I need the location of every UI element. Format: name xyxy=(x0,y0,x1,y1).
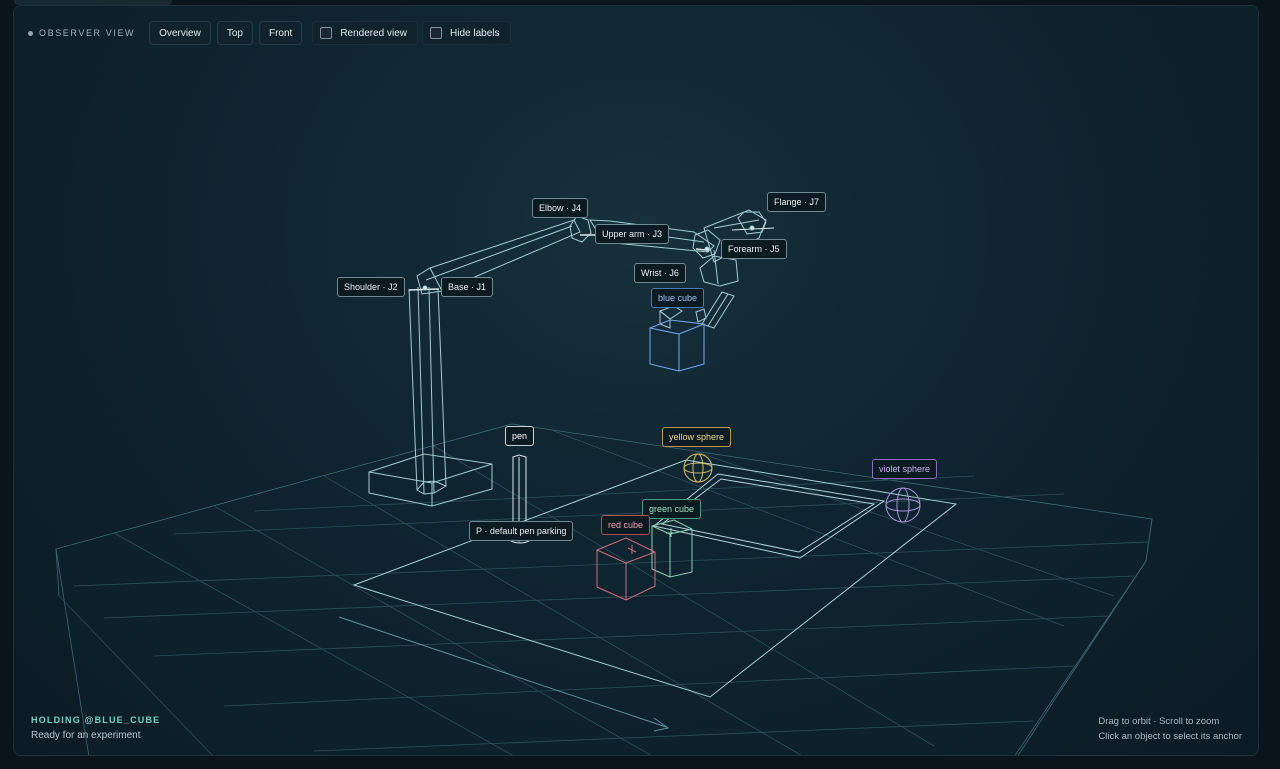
hint-select-anchor: Click an object to select its anchor xyxy=(1098,731,1242,742)
status-panel: HOLDING @BLUE_CUBE Ready for an experime… xyxy=(31,715,160,741)
robot-wrist xyxy=(695,209,775,329)
label-blue-cube[interactable]: blue cube xyxy=(651,288,705,308)
label-violet-sphere[interactable]: violet sphere xyxy=(872,459,938,479)
holding-status: HOLDING @BLUE_CUBE xyxy=(31,715,161,725)
blue-cube xyxy=(649,319,705,372)
robot-upper-arm xyxy=(408,215,592,295)
label-pen[interactable]: pen xyxy=(505,426,535,446)
robot-gripper xyxy=(658,305,707,329)
label-pen-parking[interactable]: P · default pen parking xyxy=(469,521,574,541)
label-green-cube[interactable]: green cube xyxy=(642,499,702,519)
hint-orbit-zoom: Drag to orbit · Scroll to zoom xyxy=(1098,716,1220,727)
label-wrist-j6[interactable]: Wrist · J6 xyxy=(634,263,686,283)
observer-viewport[interactable]: OBSERVER VIEW Overview Top Front Rendere… xyxy=(13,5,1259,756)
label-base-j1[interactable]: Base · J1 xyxy=(441,277,494,297)
view-front-button[interactable]: Front xyxy=(258,21,303,45)
label-red-cube[interactable]: red cube xyxy=(601,515,651,535)
view-overview-button[interactable]: Overview xyxy=(149,21,211,45)
label-upper-arm-j3[interactable]: Upper arm · J3 xyxy=(595,224,670,244)
scene-canvas[interactable] xyxy=(14,6,1259,756)
observer-view-title: OBSERVER VIEW xyxy=(28,28,135,38)
controls-hint: Drag to orbit · Scroll to zoom Click an … xyxy=(1098,714,1242,744)
label-forearm-j5[interactable]: Forearm · J5 xyxy=(721,239,787,259)
label-yellow-sphere[interactable]: yellow sphere xyxy=(662,427,732,447)
label-shoulder-j2[interactable]: Shoulder · J2 xyxy=(337,277,405,297)
rendered-view-toggle[interactable]: Rendered view xyxy=(312,21,419,45)
status-dot-icon xyxy=(28,30,33,36)
toolbar: OBSERVER VIEW Overview Top Front Rendere… xyxy=(14,20,511,46)
hide-labels-toggle[interactable]: Hide labels xyxy=(422,21,511,45)
label-flange-j7[interactable]: Flange · J7 xyxy=(767,192,827,212)
view-top-button[interactable]: Top xyxy=(216,21,253,45)
status-message: Ready for an experiment xyxy=(31,730,141,741)
rendered-view-checkbox[interactable] xyxy=(320,27,333,39)
label-elbow-j4[interactable]: Elbow · J4 xyxy=(532,198,589,218)
hide-labels-checkbox[interactable] xyxy=(430,27,443,39)
